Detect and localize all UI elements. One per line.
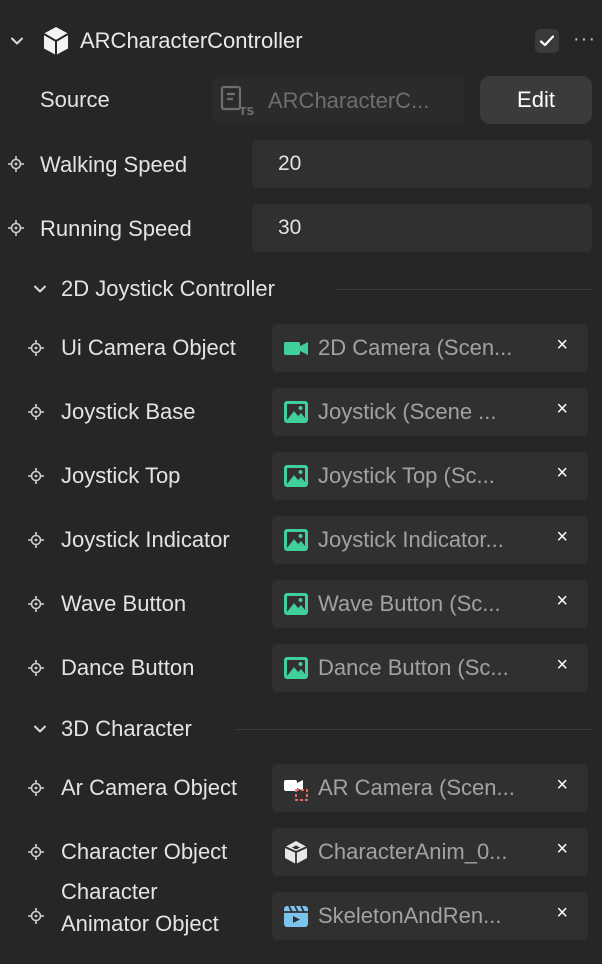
enabled-checkbox[interactable] bbox=[535, 29, 559, 53]
crosshair-icon bbox=[8, 156, 24, 172]
more-options-button[interactable]: ··· bbox=[573, 28, 596, 51]
edit-button[interactable]: Edit bbox=[480, 76, 592, 124]
walking-speed-label: Walking Speed bbox=[40, 152, 188, 177]
crosshair-icon bbox=[28, 340, 44, 356]
ui-camera-object-reference-field[interactable]: 2D Camera (Scen... × bbox=[272, 324, 588, 372]
crosshair-icon bbox=[28, 404, 44, 420]
typescript-file-icon: TS bbox=[220, 85, 256, 118]
ar-camera-object-reference-field[interactable]: AR Camera (Scen... × bbox=[272, 764, 588, 812]
dance-button-label: Dance Button bbox=[61, 655, 195, 680]
clear-button[interactable]: × bbox=[556, 526, 568, 549]
image-icon bbox=[283, 591, 309, 617]
component-title: ARCharacterController bbox=[80, 28, 303, 53]
character-animator-object-value: SkeletonAndRen... bbox=[318, 903, 502, 928]
image-icon bbox=[283, 399, 309, 425]
image-icon bbox=[283, 463, 309, 489]
joystick-top-reference-field[interactable]: Joystick Top (Sc... × bbox=[272, 452, 588, 500]
source-value: ARCharacterC... bbox=[268, 88, 430, 113]
wave-button-value: Wave Button (Sc... bbox=[318, 591, 501, 616]
joystick-top-label: Joystick Top bbox=[61, 463, 181, 488]
clear-button[interactable]: × bbox=[556, 838, 568, 861]
chevron-down-icon[interactable] bbox=[33, 722, 47, 736]
section-divider bbox=[236, 729, 592, 730]
walking-speed-value: 20 bbox=[278, 152, 302, 175]
ar-camera-icon bbox=[283, 775, 309, 801]
animator-icon bbox=[283, 903, 309, 929]
running-speed-value: 30 bbox=[278, 216, 302, 239]
ui-camera-object-label: Ui Camera Object bbox=[61, 335, 236, 360]
clear-button[interactable]: × bbox=[556, 462, 568, 485]
joystick-indicator-label: Joystick Indicator bbox=[61, 527, 230, 552]
source-label: Source bbox=[40, 87, 110, 112]
character-object-reference-field[interactable]: CharacterAnim_0... × bbox=[272, 828, 588, 876]
crosshair-icon bbox=[28, 532, 44, 548]
section-title-joystick: 2D Joystick Controller bbox=[61, 276, 275, 301]
crosshair-icon bbox=[28, 660, 44, 676]
ui-camera-object-value: 2D Camera (Scen... bbox=[318, 335, 513, 360]
character-object-value: CharacterAnim_0... bbox=[318, 839, 508, 864]
crosshair-icon bbox=[28, 468, 44, 484]
dance-button-value: Dance Button (Sc... bbox=[318, 655, 509, 680]
joystick-base-reference-field[interactable]: Joystick (Scene ... × bbox=[272, 388, 588, 436]
crosshair-icon bbox=[28, 596, 44, 612]
wave-button-reference-field[interactable]: Wave Button (Sc... × bbox=[272, 580, 588, 628]
clear-button[interactable]: × bbox=[556, 334, 568, 357]
object-icon bbox=[283, 839, 309, 865]
clear-button[interactable]: × bbox=[556, 590, 568, 613]
crosshair-icon bbox=[28, 780, 44, 796]
character-animator-object-label: Character Animator Object bbox=[61, 879, 219, 936]
ar-camera-object-label: Ar Camera Object bbox=[61, 775, 238, 800]
image-icon bbox=[283, 655, 309, 681]
chevron-down-icon[interactable] bbox=[33, 282, 47, 296]
joystick-top-value: Joystick Top (Sc... bbox=[318, 463, 495, 488]
clear-button[interactable]: × bbox=[556, 902, 568, 925]
dance-button-reference-field[interactable]: Dance Button (Sc... × bbox=[272, 644, 588, 692]
section-divider bbox=[336, 289, 592, 290]
clear-button[interactable]: × bbox=[556, 398, 568, 421]
running-speed-label: Running Speed bbox=[40, 216, 192, 241]
character-object-label: Character Object bbox=[61, 839, 228, 864]
walking-speed-input[interactable]: 20 bbox=[252, 140, 592, 188]
crosshair-icon bbox=[8, 220, 24, 236]
section-title-character: 3D Character bbox=[61, 716, 192, 741]
joystick-base-label: Joystick Base bbox=[61, 399, 196, 424]
ar-camera-object-value: AR Camera (Scen... bbox=[318, 775, 515, 800]
camera-icon bbox=[283, 335, 309, 361]
clear-button[interactable]: × bbox=[556, 654, 568, 677]
cube-icon bbox=[42, 26, 70, 61]
chevron-down-icon[interactable] bbox=[10, 34, 24, 48]
crosshair-icon bbox=[28, 908, 44, 924]
svg-text:TS: TS bbox=[239, 105, 255, 117]
clear-button[interactable]: × bbox=[556, 774, 568, 797]
image-icon bbox=[283, 527, 309, 553]
joystick-base-value: Joystick (Scene ... bbox=[318, 399, 497, 424]
character-animator-object-reference-field[interactable]: SkeletonAndRen... × bbox=[272, 892, 588, 940]
joystick-indicator-reference-field[interactable]: Joystick Indicator... × bbox=[272, 516, 588, 564]
source-field[interactable]: TS ARCharacterC... bbox=[212, 77, 464, 123]
component-header: ARCharacterController ··· bbox=[0, 18, 602, 64]
wave-button-label: Wave Button bbox=[61, 591, 187, 616]
joystick-indicator-value: Joystick Indicator... bbox=[318, 527, 504, 552]
running-speed-input[interactable]: 30 bbox=[252, 204, 592, 252]
crosshair-icon bbox=[28, 844, 44, 860]
